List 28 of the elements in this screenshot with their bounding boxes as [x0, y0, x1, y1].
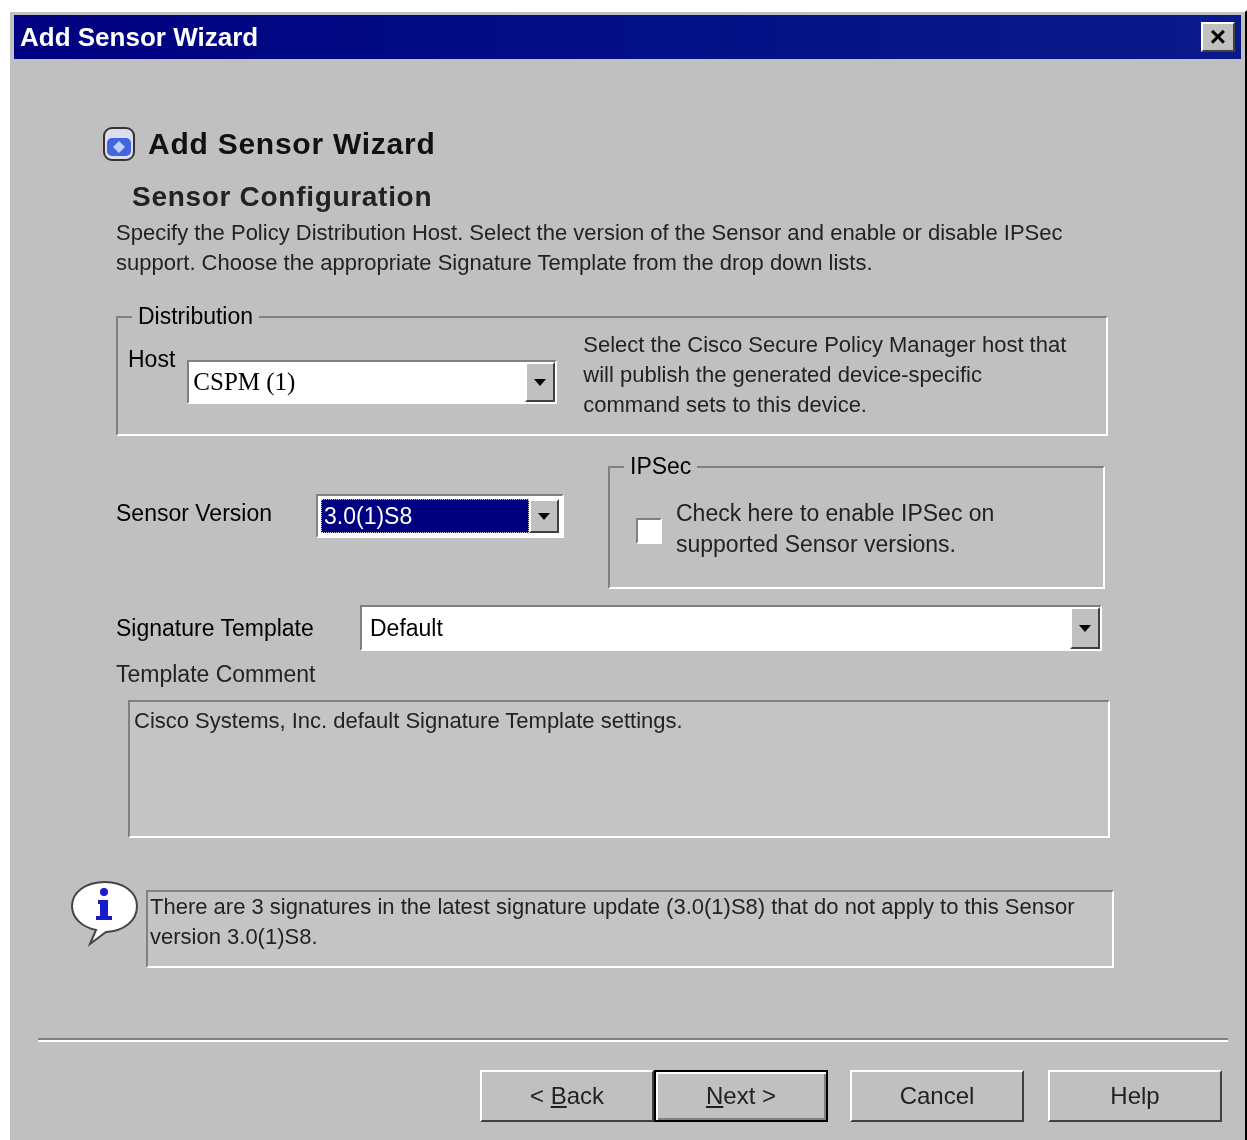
ipsec-checkbox[interactable]: [636, 518, 662, 544]
description-text: Specify the Policy Distribution Host. Select the version of the Sensor and enable or disable IPSec support. Choose the appropriate Signature Template from the drop down lists.: [116, 219, 1064, 277]
window-title: Add Sensor Wizard: [20, 20, 259, 54]
dropdown-button[interactable]: [529, 499, 559, 533]
info-message: There are 3 signatures in the latest signature update (3.0(1)S8) that do not apply to this Sensor version 3.0(1)S8.: [150, 892, 1076, 951]
host-hint: Select the Cisco Secure Policy Manager host that will publish the generated device-specific command sets to this device.: [583, 331, 1068, 419]
caret-icon: [534, 378, 547, 386]
dialog-button[interactable]: Next >: [654, 1069, 828, 1122]
section-title: Sensor Configuration: [132, 180, 434, 214]
dropdown-button[interactable]: [1070, 607, 1100, 649]
signature-template-label: Signature Template: [116, 613, 315, 643]
caret-icon: [1079, 624, 1091, 632]
host-dropdown[interactable]: CSPM (1): [187, 360, 558, 404]
signature-template-dropdown[interactable]: Default: [360, 605, 1102, 651]
dialog-button[interactable]: < Back: [480, 1069, 654, 1122]
wizard-icon: [102, 125, 136, 162]
wizard-title: Add Sensor Wizard: [148, 126, 436, 162]
sensor-version-dropdown[interactable]: 3.0(1)S8: [316, 494, 564, 538]
template-comment-text: Cisco Systems, Inc. default Signature Template settings.: [134, 707, 683, 733]
template-comment-label: Template Comment: [116, 660, 317, 689]
dialog-button[interactable]: Help: [1048, 1069, 1222, 1122]
close-button[interactable]: ×: [1201, 22, 1235, 52]
host-label: Host: [128, 345, 176, 374]
sensor-version-label: Sensor Version: [116, 499, 273, 528]
ipsec-label: Check here to enable IPSec on supported Sensor versions.: [676, 499, 996, 559]
dialog-button[interactable]: Cancel: [850, 1069, 1024, 1122]
caret-icon: [538, 512, 550, 520]
dropdown-button[interactable]: [525, 362, 556, 402]
